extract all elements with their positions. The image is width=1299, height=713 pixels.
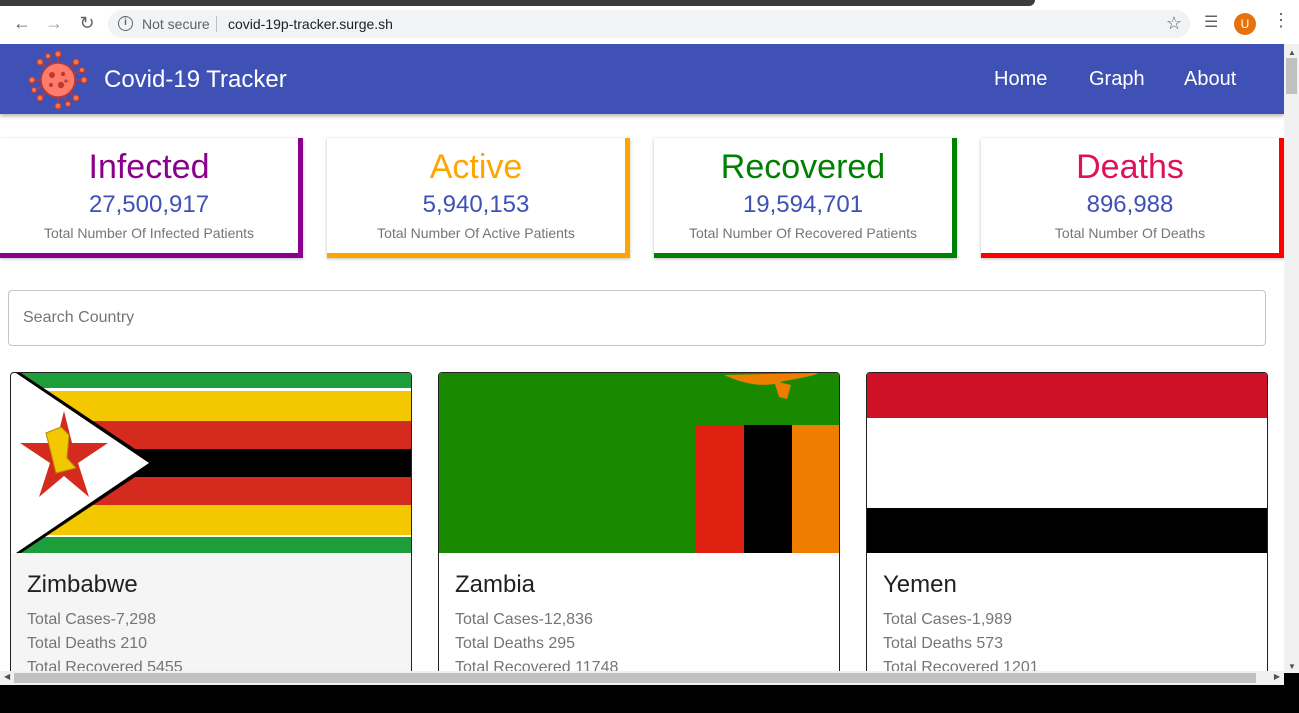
search-country-input[interactable]	[8, 290, 1266, 346]
stat-label: Deaths	[1076, 148, 1184, 186]
bookmark-star-icon[interactable]: ☆	[1166, 13, 1182, 34]
media-controls-icon[interactable]: ☰	[1204, 12, 1218, 32]
country-total-deaths: Total Deaths 295	[455, 635, 576, 652]
stat-label: Active	[429, 148, 523, 186]
country-card-zimbabwe[interactable]: Zimbabwe Total Cases-7,298 Total Deaths …	[10, 372, 412, 673]
virus-logo-icon	[28, 50, 88, 110]
scroll-right-arrow-icon[interactable]: ▶	[1274, 672, 1280, 681]
scroll-left-arrow-icon[interactable]: ◀	[4, 672, 10, 681]
back-arrow-icon[interactable]: ←	[11, 12, 33, 34]
forward-arrow-icon[interactable]: →	[43, 12, 65, 34]
horizontal-scrollbar[interactable]: ◀ ▶	[0, 671, 1284, 685]
country-total-deaths: Total Deaths 573	[883, 635, 1004, 652]
country-total-cases: Total Cases-1,989	[883, 611, 1012, 628]
stat-card-infected: Infected 27,500,917 Total Number Of Infe…	[0, 138, 303, 258]
scroll-down-arrow-icon[interactable]: ▼	[1288, 662, 1296, 671]
stat-label: Recovered	[720, 148, 886, 186]
stat-value: 27,500,917	[88, 191, 210, 218]
security-label: Not secure	[142, 16, 210, 32]
stat-value: 896,988	[1086, 191, 1174, 218]
country-card-zambia[interactable]: Zambia Total Cases-12,836 Total Deaths 2…	[438, 372, 840, 673]
address-bar[interactable]: i Not secure covid-19p-tracker.surge.sh …	[108, 10, 1190, 38]
country-card-yemen[interactable]: Yemen Total Cases-1,989 Total Deaths 573…	[866, 372, 1268, 673]
menu-kebab-icon[interactable]: ⋮	[1272, 10, 1290, 31]
address-separator	[216, 16, 217, 32]
country-total-cases: Total Cases-12,836	[455, 611, 593, 628]
stat-card-deaths: Deaths 896,988 Total Number Of Deaths	[981, 138, 1284, 258]
stat-value: 19,594,701	[742, 191, 864, 218]
reload-icon[interactable]: ↻	[76, 12, 98, 34]
tab-strip	[0, 0, 1299, 6]
stat-description: Total Number Of Recovered Patients	[689, 225, 917, 241]
nav-about[interactable]: About	[1184, 68, 1236, 91]
profile-avatar[interactable]: U	[1234, 13, 1256, 35]
nav-graph[interactable]: Graph	[1089, 68, 1145, 91]
stat-description: Total Number Of Deaths	[1054, 225, 1206, 241]
app-title: Covid-19 Tracker	[104, 66, 287, 93]
zambia-flag-image	[439, 373, 839, 553]
country-name: Zimbabwe	[27, 571, 138, 598]
info-icon[interactable]: i	[118, 16, 133, 31]
horizontal-scroll-thumb[interactable]	[14, 673, 1256, 683]
page-content: Covid-19 Tracker Home Graph About Infect…	[0, 44, 1284, 673]
url-text[interactable]: covid-19p-tracker.surge.sh	[228, 16, 393, 32]
vertical-scroll-thumb[interactable]	[1286, 58, 1297, 94]
stat-label: Infected	[88, 148, 210, 186]
vertical-scrollbar[interactable]: ▲ ▼	[1284, 44, 1299, 673]
yemen-flag-image	[867, 373, 1267, 553]
zimbabwe-flag-image	[11, 373, 411, 553]
stat-card-active: Active 5,940,153 Total Number Of Active …	[327, 138, 630, 258]
app-bar: Covid-19 Tracker Home Graph About	[0, 44, 1284, 114]
stat-description: Total Number Of Infected Patients	[43, 225, 255, 241]
country-name: Zambia	[455, 571, 536, 598]
nav-home[interactable]: Home	[994, 68, 1047, 91]
country-name: Yemen	[883, 571, 957, 598]
country-total-deaths: Total Deaths 210	[27, 635, 148, 652]
stat-value: 5,940,153	[422, 191, 530, 218]
scroll-up-arrow-icon[interactable]: ▲	[1288, 48, 1296, 57]
browser-toolbar: ← → ↻ i Not secure covid-19p-tracker.sur…	[0, 0, 1299, 44]
stat-card-recovered: Recovered 19,594,701 Total Number Of Rec…	[654, 138, 957, 258]
country-total-cases: Total Cases-7,298	[27, 611, 156, 628]
stat-description: Total Number Of Active Patients	[377, 225, 575, 241]
active-tab-strip	[0, 0, 1035, 6]
